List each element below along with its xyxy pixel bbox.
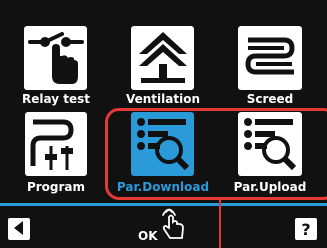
marker-line <box>219 200 221 248</box>
program-label: Program <box>26 180 86 194</box>
help-button[interactable]: ? <box>295 218 317 240</box>
program-icon <box>29 116 83 172</box>
program-tile[interactable] <box>25 112 87 176</box>
ventilation-icon <box>135 30 191 86</box>
arrow-left-icon <box>13 220 25 239</box>
ventilation-label: Ventilation <box>125 92 200 106</box>
ventilation-tile[interactable] <box>131 26 194 90</box>
screed-label: Screed <box>246 92 294 106</box>
tap-hand-icon <box>160 208 186 244</box>
ok-button[interactable]: OK <box>132 208 192 246</box>
question-icon: ? <box>301 219 311 239</box>
screed-tile[interactable] <box>238 26 302 90</box>
ok-label: OK <box>138 229 158 243</box>
back-button[interactable] <box>8 218 30 240</box>
relay-switch-icon <box>27 30 84 86</box>
menu-screen: Relay test Ventilation Screed Program Pa… <box>0 0 327 248</box>
relay-test-tile[interactable] <box>24 26 87 90</box>
highlight-frame <box>105 108 327 200</box>
relay-test-label: Relay test <box>22 92 90 106</box>
screed-icon <box>242 30 298 86</box>
